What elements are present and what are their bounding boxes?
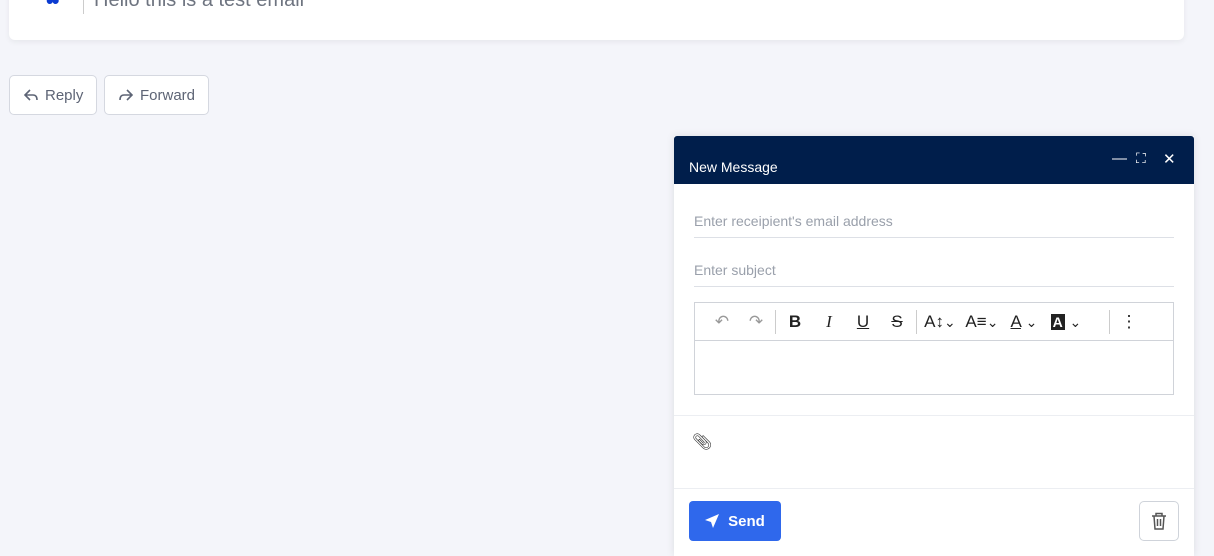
- close-icon[interactable]: ✕: [1163, 150, 1176, 168]
- redo-icon[interactable]: ↷: [739, 312, 773, 332]
- forward-button[interactable]: Forward: [104, 75, 210, 115]
- fullscreen-icon[interactable]: ⛶: [1136, 150, 1146, 167]
- font-size-icon[interactable]: A↕⌄: [919, 312, 961, 332]
- compose-window: New Message — ⛶ ✕ Enter receipient's ema…: [674, 136, 1194, 556]
- compose-header: New Message — ⛶ ✕: [674, 136, 1194, 184]
- avatar-dots-icon: ••: [46, 0, 59, 13]
- subject-input[interactable]: Enter subject: [694, 239, 1174, 287]
- editor-toolbar: ↶ ↷ B I U S A↕⌄ A≡⌄ A ⌄ A ⌄ ⋮: [695, 303, 1173, 341]
- bold-icon[interactable]: B: [778, 312, 812, 332]
- forward-label: Forward: [140, 86, 196, 104]
- send-label: Send: [728, 512, 765, 530]
- paperclip-icon[interactable]: 📎︎: [692, 432, 712, 452]
- attachment-area: 📎︎: [674, 415, 1194, 489]
- reply-label: Reply: [45, 86, 84, 104]
- divider: [83, 0, 84, 14]
- scrollbar[interactable]: [1204, 0, 1214, 553]
- discard-button[interactable]: [1139, 501, 1179, 541]
- strikethrough-icon[interactable]: S: [880, 312, 914, 332]
- email-card: •• Hello this is a test email: [9, 0, 1184, 40]
- highlight-color-icon[interactable]: A ⌄: [1045, 312, 1087, 332]
- rich-text-editor[interactable]: ↶ ↷ B I U S A↕⌄ A≡⌄ A ⌄ A ⌄ ⋮: [694, 302, 1174, 395]
- trash-icon: [1152, 512, 1166, 530]
- more-icon[interactable]: ⋮: [1112, 312, 1146, 332]
- send-button[interactable]: Send: [689, 501, 781, 541]
- underline-icon[interactable]: U: [846, 312, 880, 332]
- recipient-input[interactable]: Enter receipient's email address: [694, 190, 1174, 238]
- minimize-icon[interactable]: —: [1112, 150, 1127, 167]
- compose-title: New Message: [689, 159, 778, 175]
- forward-icon: [119, 89, 134, 101]
- italic-icon[interactable]: I: [812, 312, 846, 332]
- reply-button[interactable]: Reply: [9, 75, 98, 115]
- undo-icon[interactable]: ↶: [705, 312, 739, 332]
- reply-icon: [23, 89, 38, 101]
- text-color-icon[interactable]: A ⌄: [1003, 312, 1045, 332]
- send-icon: [705, 514, 720, 528]
- font-style-icon[interactable]: A≡⌄: [961, 312, 1003, 332]
- email-body: Hello this is a test email: [94, 0, 305, 11]
